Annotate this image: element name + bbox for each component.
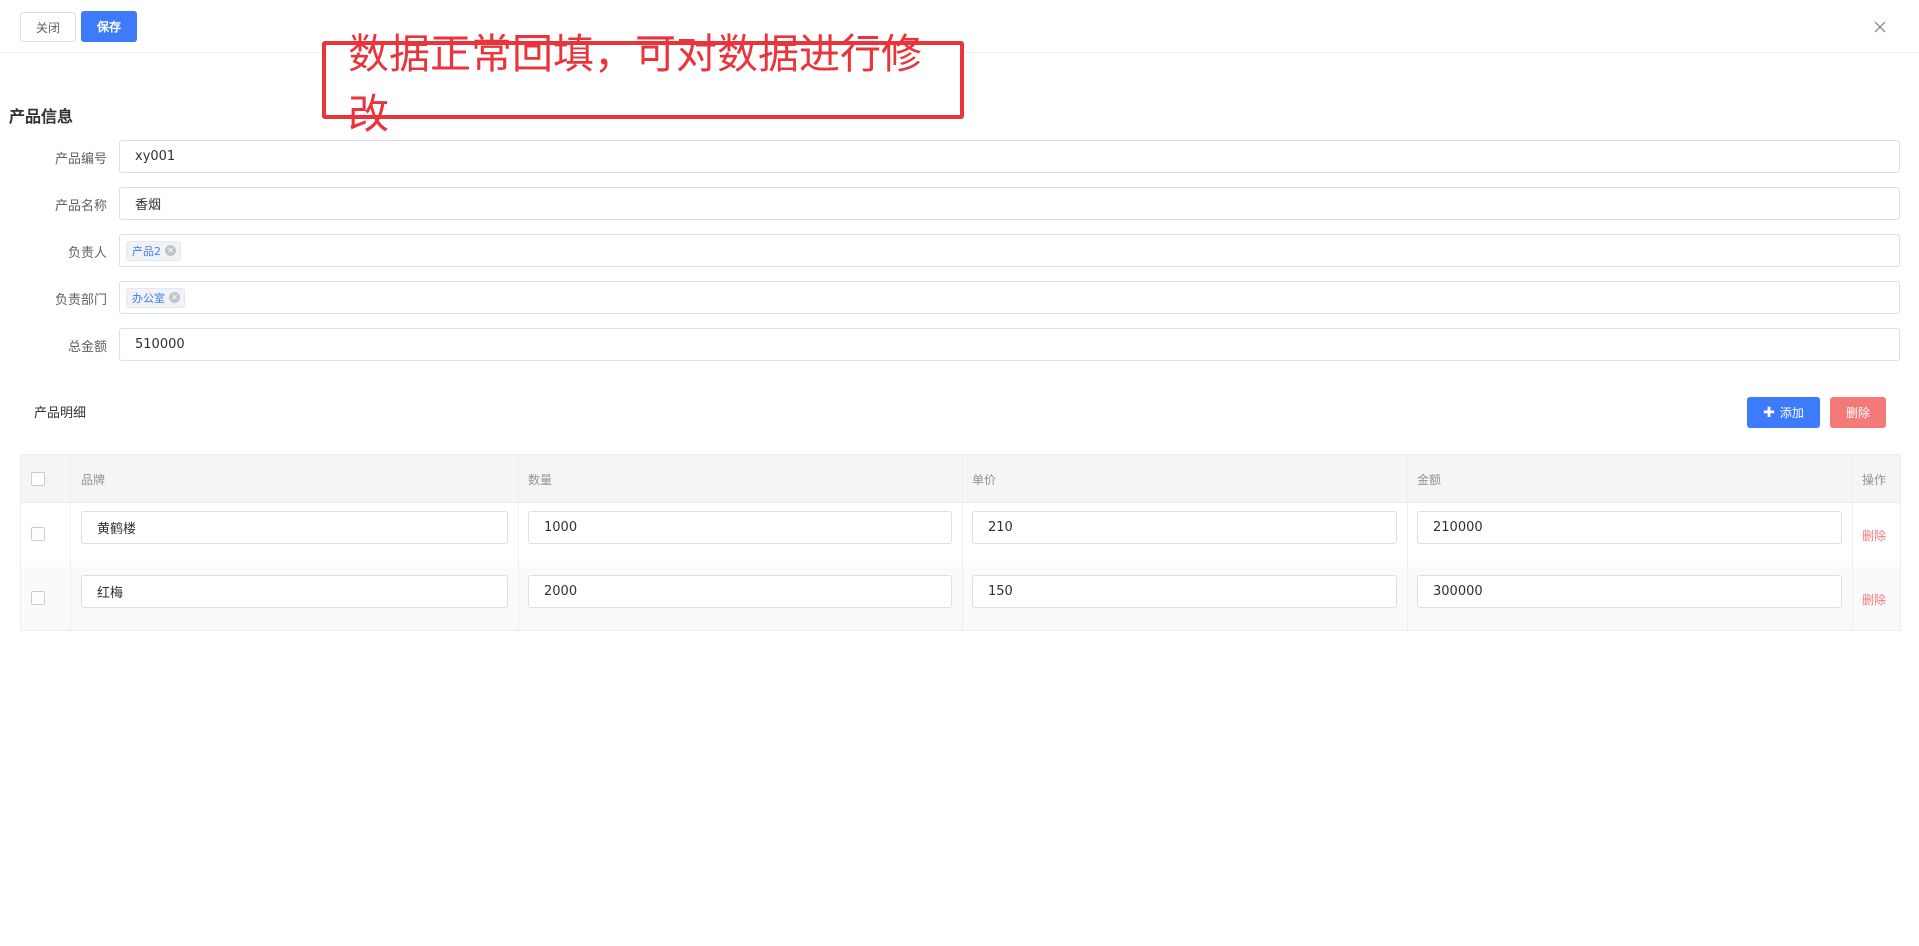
quantity-input[interactable]: 1000 <box>528 511 952 544</box>
quantity-input[interactable]: 2000 <box>528 575 952 608</box>
column-divider <box>1852 455 1853 630</box>
tag-remove-icon[interactable]: ✕ <box>165 245 176 256</box>
column-header-quantity: 数量 <box>528 472 553 487</box>
product-name-label: 产品名称 <box>54 199 107 214</box>
tag-remove-icon[interactable]: ✕ <box>169 292 180 303</box>
column-header-actions: 操作 <box>1862 472 1887 487</box>
row-checkbox[interactable] <box>31 527 45 541</box>
form-row-product-code: 产品编号 xy001 <box>0 140 1919 173</box>
column-divider <box>518 455 519 630</box>
brand-input[interactable]: 黄鹤楼 <box>81 511 508 544</box>
row-checkbox[interactable] <box>31 591 45 605</box>
row-delete-link[interactable]: 删除 <box>1862 527 1886 544</box>
table-row: 黄鹤楼 1000 210 210000 删除 <box>21 503 1900 567</box>
column-header-brand: 品牌 <box>81 472 106 487</box>
column-divider <box>70 455 71 630</box>
add-row-label: 添加 <box>1779 406 1804 420</box>
annotation-callout: 数据正常回填，可对数据进行修改 <box>322 30 964 138</box>
add-row-button[interactable]: ✚ 添加 <box>1747 397 1820 428</box>
column-header-unit-price: 单价 <box>972 472 997 487</box>
total-amount-input[interactable]: 510000 <box>119 328 1900 361</box>
row-delete-link[interactable]: 删除 <box>1862 591 1886 608</box>
department-tag: 办公室 ✕ <box>126 287 185 308</box>
department-label: 负责部门 <box>54 293 107 308</box>
department-select[interactable]: 办公室 ✕ <box>119 281 1900 314</box>
product-code-input[interactable]: xy001 <box>119 140 1900 173</box>
form-row-total-amount: 总金额 510000 <box>0 328 1919 361</box>
product-name-input[interactable]: 香烟 <box>119 187 1900 220</box>
select-all-checkbox[interactable] <box>31 472 45 486</box>
form-row-department: 负责部门 办公室 ✕ <box>0 281 1919 314</box>
owner-select[interactable]: 产品2 ✕ <box>119 234 1900 267</box>
amount-input[interactable]: 210000 <box>1417 511 1842 544</box>
close-icon[interactable] <box>1870 17 1890 37</box>
column-header-amount: 金额 <box>1417 472 1442 487</box>
section-title-product-details: 产品明细 <box>34 406 87 421</box>
unit-price-input[interactable]: 150 <box>972 575 1397 608</box>
column-divider <box>962 455 963 630</box>
owner-label: 负责人 <box>67 246 107 261</box>
total-amount-label: 总金额 <box>67 340 107 355</box>
delete-rows-button[interactable]: 删除 <box>1830 397 1886 428</box>
amount-input[interactable]: 300000 <box>1417 575 1842 608</box>
form-row-product-name: 产品名称 香烟 <box>0 187 1919 220</box>
owner-tag: 产品2 ✕ <box>126 240 181 261</box>
unit-price-input[interactable]: 210 <box>972 511 1397 544</box>
column-divider <box>1407 455 1408 630</box>
table-row: 红梅 2000 150 300000 删除 <box>21 567 1900 630</box>
table-header: 品牌 数量 单价 金额 操作 <box>21 455 1900 503</box>
section-title-product-info: 产品信息 <box>9 107 74 126</box>
product-code-label: 产品编号 <box>54 152 107 167</box>
form-row-owner: 负责人 产品2 ✕ <box>0 234 1919 267</box>
details-table: 品牌 数量 单价 金额 操作 黄鹤楼 1000 210 210000 删除 红梅… <box>20 454 1901 631</box>
brand-input[interactable]: 红梅 <box>81 575 508 608</box>
plus-icon: ✚ <box>1763 404 1775 421</box>
save-button[interactable]: 保存 <box>81 11 137 42</box>
close-button[interactable]: 关闭 <box>20 12 76 42</box>
department-tag-label: 办公室 <box>132 291 165 305</box>
owner-tag-label: 产品2 <box>132 244 161 258</box>
